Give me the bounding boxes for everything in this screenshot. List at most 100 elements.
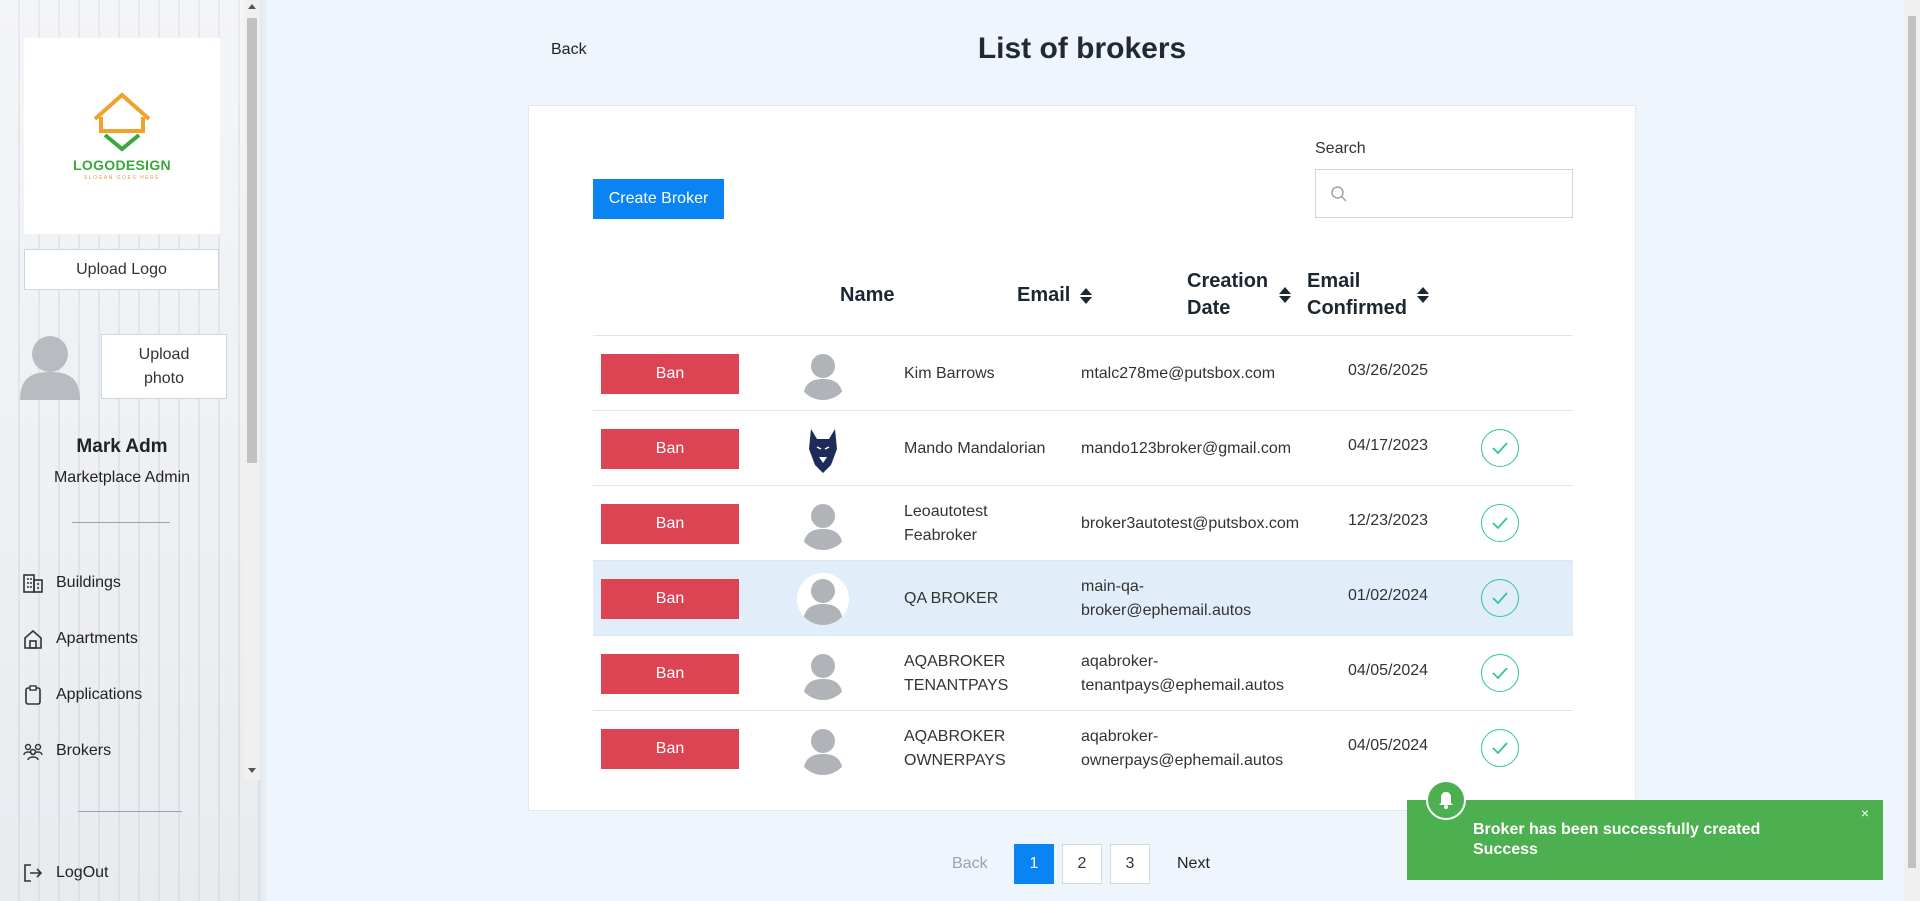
- ban-button[interactable]: Ban: [601, 354, 739, 394]
- broker-email: aqabroker-tenantpays@ephemail.autos: [1081, 653, 1285, 694]
- avatar-placeholder-icon: [803, 729, 843, 775]
- upload-photo-button[interactable]: Upload photo: [101, 334, 227, 399]
- broker-name: Kim Barrows: [904, 365, 995, 382]
- bell-icon: [1426, 780, 1466, 820]
- building-icon: [23, 574, 43, 593]
- broker-name: QA BROKER: [904, 590, 999, 607]
- broker-email: aqabroker-ownerpays@ephemail.autos: [1081, 728, 1284, 769]
- column-name: Name: [840, 282, 894, 309]
- create-broker-button[interactable]: Create Broker: [593, 179, 724, 219]
- user-name: Mark Adm: [76, 436, 168, 457]
- avatar-placeholder-icon: [20, 336, 80, 400]
- email-confirmed-check-icon: [1481, 504, 1519, 542]
- column-email-confirmed-label: Email Confirmed: [1307, 270, 1407, 319]
- upload-photo-label: Upload photo: [138, 345, 190, 387]
- logout-label: LogOut: [56, 864, 109, 881]
- column-email-confirmed[interactable]: Email Confirmed: [1307, 268, 1437, 322]
- broker-creation-date: 04/17/2023: [1347, 437, 1429, 454]
- avatar-placeholder-icon: [803, 579, 843, 625]
- pagination-page-1[interactable]: 1: [1014, 844, 1054, 884]
- logo-slogan: SLOGAN GOES HERE: [84, 175, 160, 181]
- toast-title: Broker has been successfully created: [1473, 821, 1761, 838]
- table-row: Ban QA BROKER main-qa-broker@ephemail.au…: [593, 561, 1573, 636]
- search-label: Search: [1315, 140, 1366, 157]
- sort-icon[interactable]: [1417, 286, 1429, 304]
- sidebar-item-applications[interactable]: Applications: [22, 684, 142, 706]
- page-scrollbar-thumb[interactable]: [1908, 16, 1916, 868]
- table-row: Ban AQABROKER TENANTPAYS aqabroker-tenan…: [593, 636, 1573, 711]
- user-role: Marketplace Admin: [53, 469, 191, 486]
- success-toast: Broker has been successfully created Suc…: [1407, 780, 1883, 880]
- scrollbar-thumb[interactable]: [247, 18, 257, 463]
- wolf-avatar-icon: [809, 429, 837, 473]
- search-field[interactable]: [1315, 169, 1573, 218]
- table-row: Ban AQABROKER OWNERPAYS aqabroker-ownerp…: [593, 711, 1573, 786]
- pagination-back[interactable]: Back: [952, 855, 988, 873]
- ban-button[interactable]: Ban: [601, 729, 739, 769]
- sort-icon[interactable]: [1279, 286, 1291, 304]
- email-confirmed-check-icon: [1481, 579, 1519, 617]
- logo-text: LOGODESIGN: [73, 157, 171, 173]
- broker-name: AQABROKER TENANTPAYS: [904, 653, 1009, 694]
- pagination-next[interactable]: Next: [1177, 855, 1210, 873]
- broker-creation-date: 01/02/2024: [1347, 587, 1429, 604]
- column-name-label: Name: [840, 284, 895, 306]
- upload-logo-button[interactable]: Upload Logo: [24, 249, 219, 290]
- sidebar-item-brokers[interactable]: Brokers: [22, 740, 111, 762]
- broker-email: main-qa-broker@ephemail.autos: [1081, 578, 1252, 619]
- broker-avatar: [797, 573, 849, 625]
- sidebar-item-label: Applications: [56, 686, 143, 703]
- brokers-card: Create Broker Search Name Email Creation…: [528, 105, 1636, 811]
- toast-message: Success: [1473, 841, 1538, 858]
- table-row: Ban Kim Barrows mtalc278me@putsbox.com 0…: [593, 336, 1573, 411]
- broker-avatar: [797, 723, 849, 775]
- broker-name: Leoautotest Feabroker: [904, 503, 988, 544]
- sort-icon[interactable]: [1080, 287, 1093, 305]
- broker-email: mtalc278me@putsbox.com: [1081, 365, 1276, 382]
- scroll-up-arrow-icon[interactable]: [248, 4, 256, 9]
- broker-creation-date: 12/23/2023: [1347, 512, 1429, 529]
- column-creation-date[interactable]: Creation Date: [1187, 268, 1297, 322]
- scroll-down-arrow-icon[interactable]: [248, 768, 256, 773]
- column-email[interactable]: Email: [1017, 282, 1093, 309]
- column-creation-date-label: Creation Date: [1187, 270, 1269, 319]
- email-confirmed-check-icon: [1481, 654, 1519, 692]
- user-avatar: [16, 332, 84, 400]
- broker-email: broker3autotest@putsbox.com: [1081, 515, 1300, 532]
- search-icon: [1331, 186, 1347, 202]
- ban-button[interactable]: Ban: [601, 579, 739, 619]
- sidebar-item-apartments[interactable]: Apartments: [22, 628, 138, 650]
- avatar-placeholder-icon: [803, 354, 843, 400]
- logout-button[interactable]: LogOut: [22, 862, 108, 884]
- page-scrollbar[interactable]: [1904, 0, 1920, 901]
- broker-creation-date: 04/05/2024: [1347, 737, 1429, 754]
- table-header: Name Email Creation Date Email Confirmed: [593, 258, 1573, 336]
- sidebar-item-label: Buildings: [56, 574, 121, 591]
- toast-close-icon[interactable]: ×: [1861, 805, 1869, 821]
- column-email-label: Email: [1017, 284, 1071, 306]
- avatar-placeholder-icon: [803, 504, 843, 550]
- back-link[interactable]: Back: [551, 41, 587, 59]
- sidebar: LOGODESIGN SLOGAN GOES HERE Upload Logo …: [0, 0, 260, 901]
- email-confirmed-check-icon: [1481, 729, 1519, 767]
- pagination-page-3[interactable]: 3: [1110, 844, 1150, 884]
- sidebar-scrollbar[interactable]: [244, 0, 260, 780]
- logout-icon: [24, 864, 43, 882]
- sidebar-shadow: [260, 0, 268, 901]
- ban-button[interactable]: Ban: [601, 429, 739, 469]
- home-icon: [24, 629, 42, 649]
- people-icon: [23, 743, 43, 761]
- pagination-page-2[interactable]: 2: [1062, 844, 1102, 884]
- clipboard-icon: [25, 685, 41, 705]
- broker-email: mando123broker@gmail.com: [1081, 440, 1292, 457]
- broker-avatar: [797, 648, 849, 700]
- sidebar-item-buildings[interactable]: Buildings: [22, 572, 121, 594]
- sidebar-item-label: Apartments: [56, 630, 138, 647]
- broker-name: Mando Mandalorian: [904, 440, 1046, 457]
- ban-button[interactable]: Ban: [601, 504, 739, 544]
- ban-button[interactable]: Ban: [601, 654, 739, 694]
- email-confirmed-check-icon: [1481, 429, 1519, 467]
- sidebar-divider: [72, 522, 170, 523]
- broker-creation-date: 03/26/2025: [1347, 362, 1429, 379]
- search-input[interactable]: [1356, 178, 1561, 210]
